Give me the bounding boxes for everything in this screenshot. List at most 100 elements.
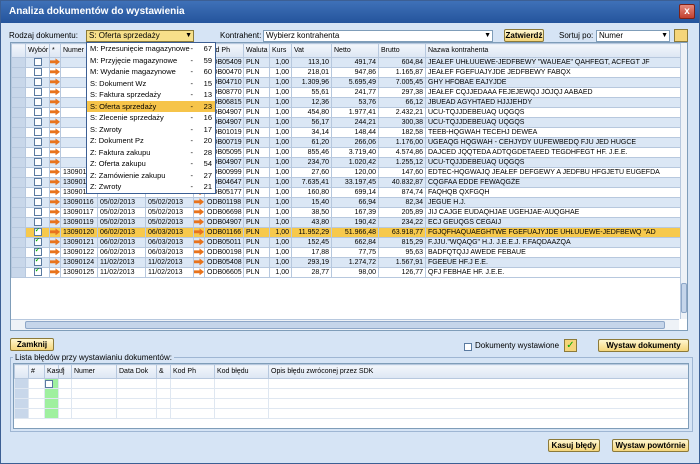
scroll-thumb[interactable] (681, 283, 687, 313)
open-arrow-icon[interactable] (50, 98, 60, 106)
open-arrow-icon[interactable] (50, 138, 60, 146)
open-arrow-icon[interactable] (50, 258, 60, 266)
select-checkbox[interactable] (33, 68, 42, 77)
go-arrow-icon[interactable] (193, 237, 205, 248)
go-arrow-icon[interactable] (193, 267, 205, 278)
select-checkbox[interactable] (25, 57, 50, 68)
table-row[interactable]: 13090119 05/02/2013 05/02/2013 ODB04907 PLN 1… (11, 217, 687, 228)
select-checkbox[interactable] (33, 78, 42, 87)
arrow-right-icon[interactable] (194, 238, 204, 246)
select-checkbox[interactable] (33, 228, 42, 237)
arrow-right-icon[interactable] (194, 228, 204, 236)
table-row[interactable]: 1309012206/02/201306/03/2013ODB00198PLN1… (11, 247, 687, 258)
select-checkbox[interactable] (33, 108, 42, 117)
open-arrow-icon[interactable] (50, 158, 60, 166)
row-header[interactable] (11, 147, 26, 158)
checkmark-icon[interactable]: ✓ (564, 339, 577, 352)
error-column-header[interactable]: Kasuj (44, 364, 65, 379)
table-row[interactable]: 13090116 05/02/2013 05/02/2013 ODB01198 PLN 1… (11, 197, 687, 208)
go-arrow-icon[interactable] (193, 197, 205, 208)
arrow-right-icon[interactable] (194, 258, 204, 266)
error-column-header[interactable]: Opis błędu zwróconej przez SDK (268, 364, 688, 379)
select-checkbox[interactable] (33, 268, 42, 277)
kasuj-cell[interactable] (44, 378, 59, 389)
dropdown-item[interactable]: S: Dokument Wz -15 (87, 78, 215, 90)
select-checkbox[interactable] (25, 247, 50, 258)
select-checkbox[interactable] (33, 138, 42, 147)
go-arrow-icon[interactable] (193, 227, 205, 238)
dropdown-item[interactable]: Z: Faktura zakupu -28 (87, 147, 215, 159)
open-arrow-icon[interactable] (50, 268, 60, 276)
row-header[interactable] (11, 77, 26, 88)
select-checkbox[interactable] (33, 178, 42, 187)
dropdown-item[interactable]: Z: Dokument Pz -20 (87, 135, 215, 147)
column-header[interactable]: Wybór (25, 43, 50, 58)
close-button[interactable]: x (679, 4, 695, 19)
open-arrow-icon[interactable] (50, 108, 60, 116)
select-checkbox[interactable] (25, 107, 50, 118)
dropdown-item[interactable]: S: Oferta sprzedaży -23 (87, 100, 215, 112)
column-header[interactable]: Waluta (243, 43, 270, 58)
select-checkbox[interactable] (33, 148, 42, 157)
row-header[interactable] (11, 227, 26, 238)
row-header[interactable] (11, 167, 26, 178)
select-checkbox[interactable] (33, 168, 42, 177)
row-header[interactable] (11, 247, 26, 258)
row-header[interactable] (11, 237, 26, 248)
row-header[interactable] (11, 87, 26, 98)
row-header[interactable] (11, 207, 26, 218)
sortuj-select[interactable]: Numer ▼ (596, 30, 670, 42)
open-arrow-icon[interactable] (50, 68, 60, 76)
select-checkbox[interactable] (25, 237, 50, 248)
go-arrow-icon[interactable] (193, 217, 205, 228)
open-arrow-icon[interactable] (50, 188, 60, 196)
select-checkbox[interactable] (33, 128, 42, 137)
row-header[interactable] (11, 57, 26, 68)
select-checkbox[interactable] (33, 258, 42, 267)
wystaw-dokumenty-button[interactable]: Wystaw dokumenty (598, 339, 689, 352)
dropdown-item[interactable]: S: Zwroty -17 (87, 124, 215, 136)
error-column-header[interactable]: # (28, 364, 45, 379)
select-checkbox[interactable] (25, 257, 50, 268)
row-header[interactable] (11, 127, 26, 138)
select-checkbox[interactable] (33, 88, 42, 97)
select-checkbox[interactable] (25, 187, 50, 198)
open-arrow-icon[interactable] (50, 118, 60, 126)
row-header[interactable] (11, 97, 26, 108)
error-column-header[interactable]: Kod Ph (170, 364, 215, 379)
open-arrow-icon[interactable] (50, 228, 60, 236)
error-column-header[interactable]: Numer (71, 364, 117, 379)
select-checkbox[interactable] (25, 127, 50, 138)
error-column-header[interactable]: Kod błędu (214, 364, 269, 379)
select-checkbox[interactable] (25, 267, 50, 278)
open-arrow-icon[interactable] (50, 248, 60, 256)
dropdown-item[interactable]: S: Zlecenie sprzedaży -16 (87, 112, 215, 124)
select-checkbox[interactable] (25, 97, 50, 108)
wystaw-powtornie-button[interactable]: Wystaw powtórnie (612, 439, 689, 452)
select-checkbox[interactable] (33, 188, 42, 197)
dropdown-item[interactable]: M: Przyjęcie magazynowe -59 (87, 55, 215, 67)
open-arrow-icon[interactable] (50, 178, 60, 186)
select-checkbox[interactable] (33, 248, 42, 257)
table-row[interactable]: 1309012106/02/201306/03/2013ODB05011PLN1… (11, 237, 687, 248)
horizontal-scrollbar[interactable] (11, 319, 679, 330)
open-arrow-icon[interactable] (50, 128, 60, 136)
grid-settings-icon[interactable] (674, 29, 688, 42)
open-arrow-icon[interactable] (50, 218, 60, 226)
dropdown-item[interactable]: M: Przesunięcie magazynowe -67 (87, 43, 215, 55)
row-header[interactable] (11, 197, 26, 208)
select-checkbox[interactable] (33, 158, 42, 167)
open-arrow-icon[interactable] (50, 208, 60, 216)
scroll-thumb[interactable] (25, 321, 665, 329)
error-column-header[interactable]: Data Dok (116, 364, 157, 379)
row-header[interactable] (11, 67, 26, 78)
kasuj-checkbox[interactable] (45, 379, 53, 388)
dropdown-item[interactable]: S: Faktura sprzedaży -13 (87, 89, 215, 101)
open-arrow-icon[interactable] (50, 58, 60, 66)
select-checkbox[interactable] (25, 147, 50, 158)
select-checkbox[interactable] (25, 157, 50, 168)
go-arrow-icon[interactable] (193, 247, 205, 258)
zamknij-button[interactable]: Zamknij (10, 338, 54, 351)
zatwierdz-button[interactable]: Zatwierdź (504, 29, 544, 42)
select-checkbox[interactable] (33, 198, 42, 207)
